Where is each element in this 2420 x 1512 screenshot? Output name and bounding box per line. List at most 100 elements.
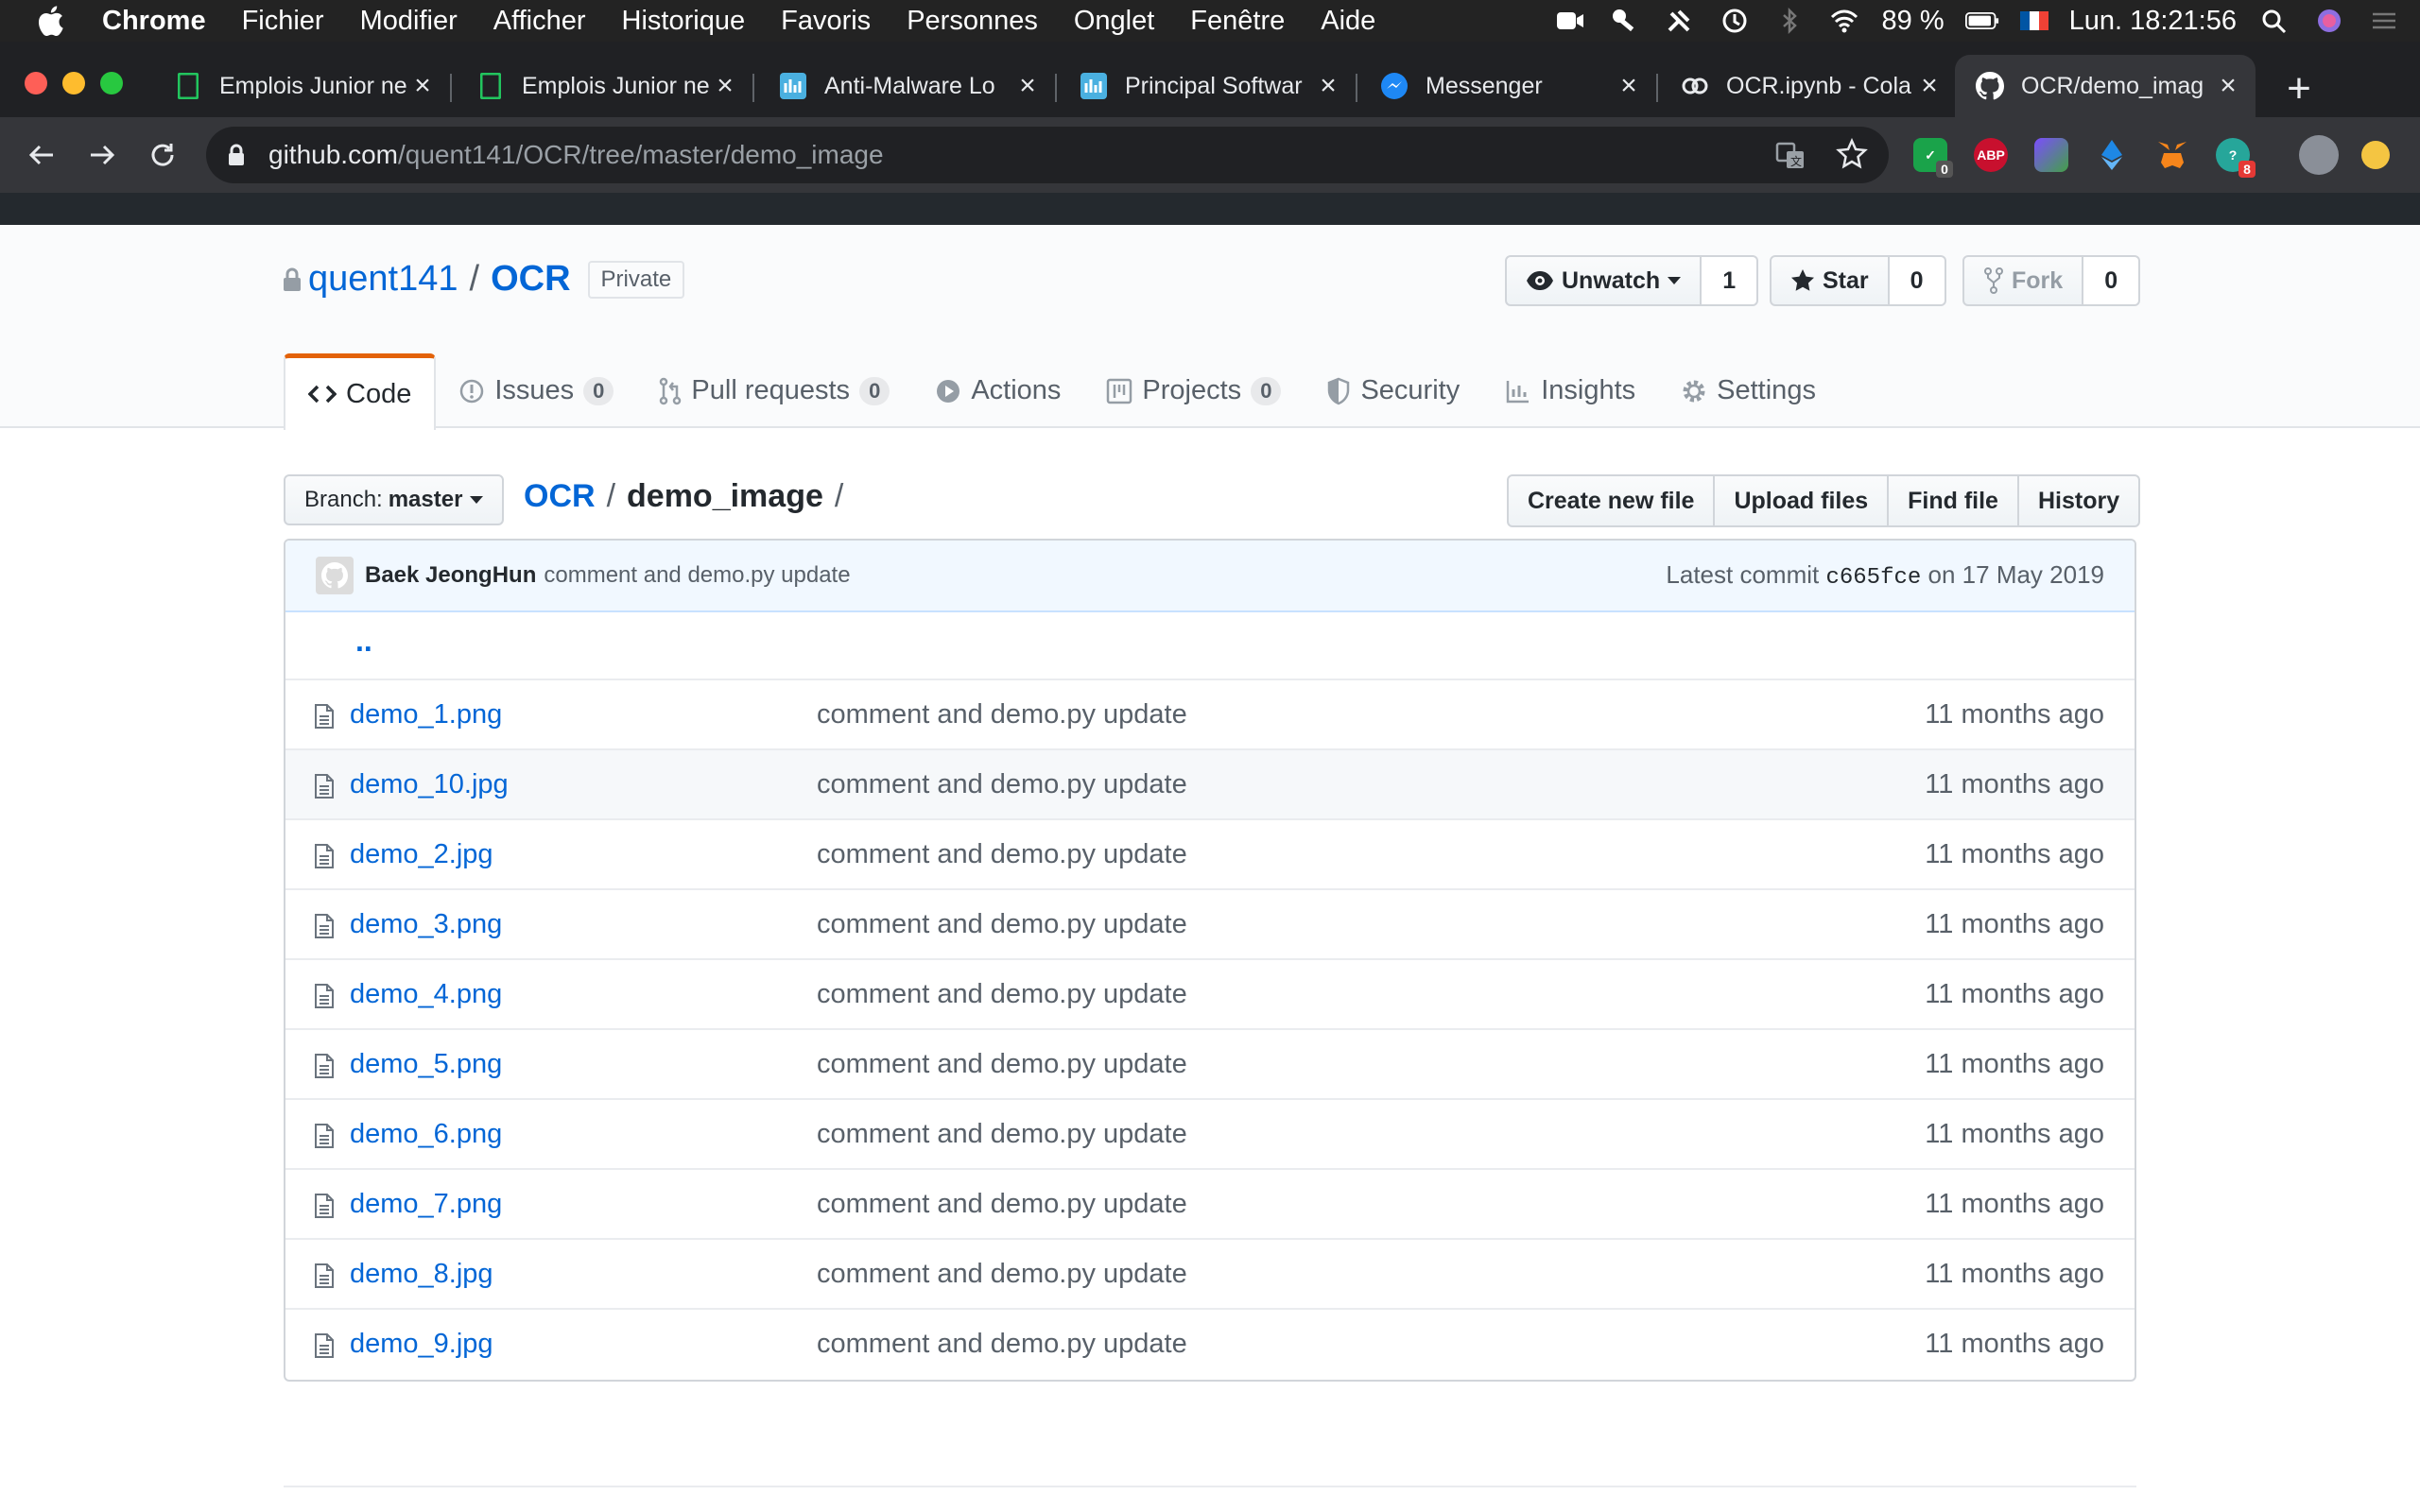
spotlight-search-icon[interactable] <box>2257 7 2291 35</box>
repo-name-link[interactable]: OCR <box>491 259 570 300</box>
unwatch-button[interactable]: Unwatch <box>1505 255 1703 306</box>
file-commit-message-link[interactable]: comment and demo.py update <box>817 769 1187 800</box>
wifi-icon[interactable] <box>1827 7 1861 35</box>
help-extension-icon[interactable]: ? 8 <box>2216 138 2256 178</box>
commit-author[interactable]: Baek JeongHun <box>365 562 536 589</box>
file-name-link[interactable]: demo_10.jpg <box>350 769 509 800</box>
commit-message[interactable]: comment and demo.py update <box>544 562 850 589</box>
browser-tab[interactable]: Emplois Junior ne × <box>153 55 450 117</box>
tab-code[interactable]: Code <box>284 353 437 430</box>
tools-icon[interactable] <box>1663 7 1697 35</box>
close-window-button[interactable] <box>25 72 47 94</box>
reload-button[interactable] <box>144 136 182 174</box>
close-tab-icon[interactable]: × <box>406 70 439 102</box>
breadcrumb-root-link[interactable]: OCR <box>524 478 596 515</box>
time-machine-icon[interactable] <box>1718 7 1752 35</box>
history-button[interactable]: History <box>2016 474 2141 527</box>
close-tab-icon[interactable]: × <box>1613 70 1645 102</box>
ethereum-icon[interactable] <box>2095 138 2129 172</box>
file-name-link[interactable]: demo_5.png <box>350 1049 502 1080</box>
file-name-link[interactable]: demo_1.png <box>350 699 502 730</box>
menu-afficher[interactable]: Afficher <box>493 6 586 37</box>
browser-tab[interactable]: Anti-Malware Lo × <box>758 55 1055 117</box>
tab-settings[interactable]: Settings <box>1658 353 1839 428</box>
tab-projects[interactable]: Projects 0 <box>1083 353 1304 428</box>
update-indicator-icon[interactable] <box>2361 141 2390 169</box>
translate-icon[interactable]: 文 <box>1775 140 1806 175</box>
minimize-window-button[interactable] <box>62 72 85 94</box>
file-commit-message-link[interactable]: comment and demo.py update <box>817 1049 1187 1080</box>
siri-icon[interactable] <box>2312 7 2346 35</box>
browser-tab-active[interactable]: OCR/demo_imag × <box>1955 55 2256 117</box>
menu-favoris[interactable]: Favoris <box>781 6 871 37</box>
repo-owner-link[interactable]: quent141 <box>308 259 458 300</box>
tab-pull-requests[interactable]: Pull requests 0 <box>636 353 912 428</box>
file-commit-message-link[interactable]: comment and demo.py update <box>817 1259 1187 1290</box>
back-button[interactable] <box>23 136 60 174</box>
author-avatar[interactable] <box>316 557 354 594</box>
menu-onglet[interactable]: Onglet <box>1074 6 1154 37</box>
address-bar[interactable]: github.com/quent141/OCR/tree/master/demo… <box>206 127 1889 183</box>
adblock-plus-icon[interactable]: ABP <box>1974 138 2008 172</box>
close-tab-icon[interactable]: × <box>1011 70 1044 102</box>
menu-fichier[interactable]: Fichier <box>242 6 324 37</box>
close-tab-icon[interactable]: × <box>1312 70 1344 102</box>
file-commit-message-link[interactable]: comment and demo.py update <box>817 979 1187 1010</box>
menu-modifier[interactable]: Modifier <box>360 6 458 37</box>
file-name-link[interactable]: demo_7.png <box>350 1189 502 1220</box>
notification-center-icon[interactable] <box>2367 7 2401 35</box>
file-name-link[interactable]: demo_8.jpg <box>350 1259 493 1290</box>
lock-icon[interactable] <box>227 144 246 171</box>
file-commit-message-link[interactable]: comment and demo.py update <box>817 699 1187 730</box>
fork-count[interactable]: 0 <box>2083 255 2141 306</box>
ghostery-extension-icon[interactable]: ✓ 0 <box>1913 138 1953 178</box>
star-count[interactable]: 0 <box>1889 255 1946 306</box>
browser-tab[interactable]: Messenger × <box>1359 55 1656 117</box>
menu-aide[interactable]: Aide <box>1321 6 1375 37</box>
browser-tab[interactable]: Principal Softwar × <box>1059 55 1356 117</box>
file-commit-message-link[interactable]: comment and demo.py update <box>817 1119 1187 1150</box>
find-file-button[interactable]: Find file <box>1887 474 2019 527</box>
close-tab-icon[interactable]: × <box>2212 70 2244 102</box>
extension-icon[interactable] <box>2034 138 2068 172</box>
file-commit-message-link[interactable]: comment and demo.py update <box>817 1329 1187 1360</box>
file-name-link[interactable]: demo_4.png <box>350 979 502 1010</box>
tab-security[interactable]: Security <box>1304 353 1482 428</box>
watch-count[interactable]: 1 <box>1702 255 1759 306</box>
close-tab-icon[interactable]: × <box>709 70 741 102</box>
menu-historique[interactable]: Historique <box>622 6 746 37</box>
file-name-link[interactable]: demo_3.png <box>350 909 502 940</box>
commit-sha-link[interactable]: c665fce <box>1825 565 1921 591</box>
tab-actions[interactable]: Actions <box>912 353 1083 428</box>
zoom-window-button[interactable] <box>100 72 123 94</box>
file-commit-message-link[interactable]: comment and demo.py update <box>817 909 1187 940</box>
file-name-link[interactable]: demo_2.jpg <box>350 839 493 870</box>
branch-select-button[interactable]: Branch: master <box>284 474 505 525</box>
bluetooth-icon[interactable] <box>1772 7 1806 35</box>
tab-issues[interactable]: Issues 0 <box>436 353 636 428</box>
close-tab-icon[interactable]: × <box>1913 70 1945 102</box>
menu-fenetre[interactable]: Fenêtre <box>1190 6 1285 37</box>
profile-avatar[interactable] <box>2299 135 2339 175</box>
metamask-fox-icon[interactable] <box>2155 138 2189 172</box>
url-text[interactable]: github.com/quent141/OCR/tree/master/demo… <box>268 140 884 170</box>
upload-files-button[interactable]: Upload files <box>1713 474 1890 527</box>
fork-button[interactable]: Fork <box>1962 255 2084 306</box>
tab-insights[interactable]: Insights <box>1482 353 1658 428</box>
key-icon[interactable] <box>1608 7 1642 35</box>
create-new-file-button[interactable]: Create new file <box>1507 474 1716 527</box>
file-commit-message-link[interactable]: comment and demo.py update <box>817 1189 1187 1220</box>
menu-personnes[interactable]: Personnes <box>907 6 1038 37</box>
menu-app-name[interactable]: Chrome <box>102 6 206 37</box>
browser-tab[interactable]: OCR.ipynb - Cola × <box>1660 55 1957 117</box>
menu-clock[interactable]: Lun. 18:21:56 <box>2069 6 2237 37</box>
file-commit-message-link[interactable]: comment and demo.py update <box>817 839 1187 870</box>
browser-tab[interactable]: Emplois Junior ne × <box>456 55 752 117</box>
file-name-link[interactable]: demo_9.jpg <box>350 1329 493 1360</box>
parent-directory-link[interactable]: .. <box>355 624 372 659</box>
zoom-video-icon[interactable] <box>1553 7 1587 35</box>
battery-icon[interactable] <box>1964 7 1999 35</box>
apple-menu-icon[interactable] <box>36 5 74 37</box>
star-button[interactable]: Star <box>1770 255 1890 306</box>
forward-button[interactable] <box>83 136 121 174</box>
